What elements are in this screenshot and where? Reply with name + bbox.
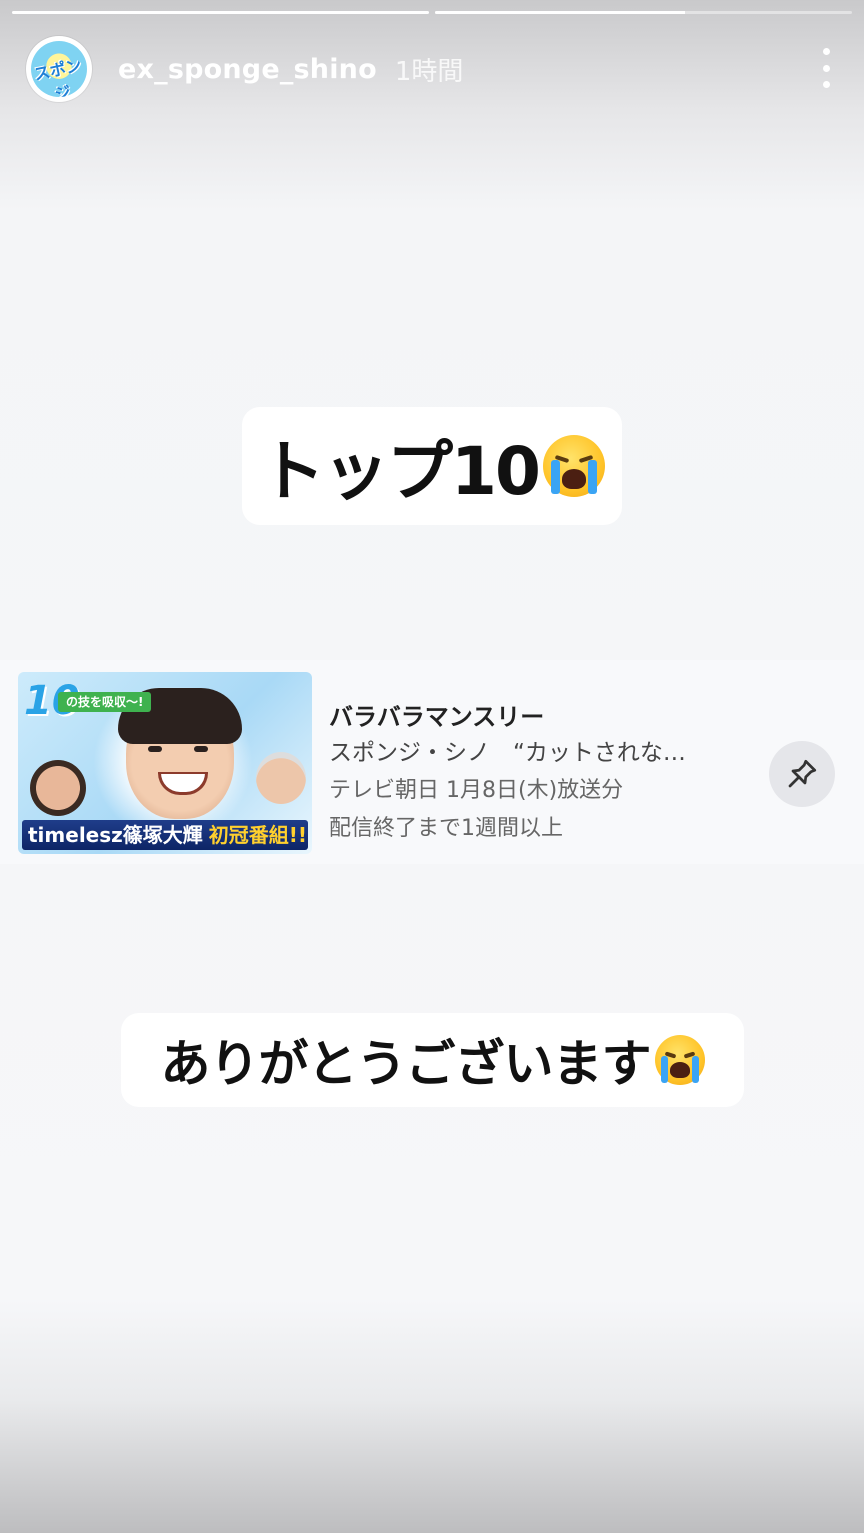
avatar-image: スポンジ	[31, 41, 87, 97]
progress-segment	[12, 11, 429, 14]
guest-face-left	[30, 760, 86, 816]
crying-face-icon	[654, 1035, 705, 1085]
avatar[interactable]: スポンジ	[26, 36, 92, 102]
text-sticker-thanks: ありがとうございます	[121, 1013, 744, 1107]
progress-fill	[435, 11, 686, 14]
program-subtitle: スポンジ・シノ “カットされな…	[329, 740, 686, 766]
username[interactable]: ex_sponge_shino	[118, 54, 377, 85]
progress-fill	[12, 11, 429, 14]
pin-icon	[788, 759, 817, 788]
sticker-text: トップ10	[259, 433, 541, 510]
thumbnail-banner: の技を吸収〜!	[58, 692, 152, 712]
more-vertical-icon[interactable]	[814, 48, 838, 88]
timestamp: 1時間	[394, 56, 464, 87]
progress-segment	[435, 11, 852, 14]
pin-button[interactable]	[769, 741, 835, 807]
crying-face-icon	[542, 435, 605, 497]
guest-face-right	[256, 752, 306, 804]
story-header: スポンジ ex_sponge_shino 1時間	[26, 34, 838, 104]
program-thumbnail[interactable]: 10 の技を吸収〜! timelesz篠塚大輝 初冠番組!!	[18, 672, 312, 854]
caption-main: timelesz篠塚大輝	[28, 823, 203, 847]
program-title: バラバラマンスリー	[329, 703, 545, 731]
story-progress	[12, 11, 852, 15]
availability-info: 配信終了まで1週間以上	[329, 816, 563, 841]
text-sticker-top10: トップ10	[242, 407, 622, 525]
broadcast-info: テレビ朝日 1月8日(木)放送分	[329, 778, 624, 803]
program-info[interactable]: バラバラマンスリー スポンジ・シノ “カットされな… テレビ朝日 1月8日(木)…	[329, 700, 749, 848]
caption-highlight: 初冠番組!!	[208, 823, 308, 847]
sticker-text: ありがとうございます	[160, 1035, 652, 1093]
avatar-logo: スポンジ	[32, 55, 84, 97]
thumbnail-caption: timelesz篠塚大輝 初冠番組!!	[22, 820, 308, 850]
